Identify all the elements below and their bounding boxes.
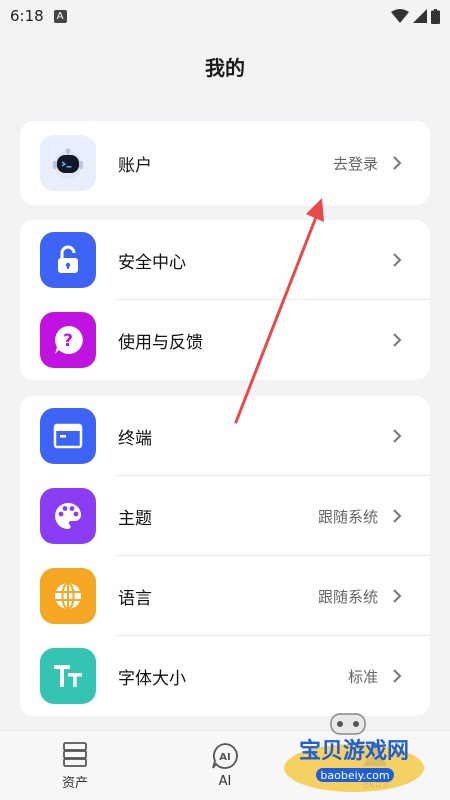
terminal-icon: [40, 408, 96, 464]
account-row[interactable]: 账户 去登录: [20, 121, 430, 205]
security-center-row[interactable]: 安全中心: [20, 220, 430, 300]
chevron-right-icon: [393, 156, 402, 170]
notification-badge: A: [53, 9, 67, 23]
lock-icon: [40, 232, 96, 288]
settings-card: 终端 主题 跟随系统 语言 跟随系统 字体大小 标准: [20, 396, 430, 716]
status-time: 6:18: [10, 7, 44, 25]
chevron-right-icon: [393, 509, 402, 523]
theme-row[interactable]: 主题 跟随系统: [20, 476, 430, 556]
font-size-label: 字体大小: [118, 668, 186, 689]
page-title: 我的: [205, 56, 245, 80]
feedback-label: 使用与反馈: [118, 332, 203, 353]
font-size-row[interactable]: 字体大小 标准: [20, 636, 430, 716]
chevron-right-icon: [393, 333, 402, 347]
status-bar: 6:18 A: [0, 0, 450, 32]
feedback-row[interactable]: ? 使用与反馈: [20, 300, 430, 380]
status-icons: [391, 8, 440, 24]
chevron-right-icon: [393, 669, 402, 683]
terminal-label: 终端: [118, 428, 152, 449]
account-label: 账户: [118, 155, 152, 176]
security-center-label: 安全中心: [118, 252, 186, 273]
svg-text:AI: AI: [219, 752, 230, 763]
signal-icon: [413, 9, 427, 23]
chevron-right-icon: [393, 253, 402, 267]
tab-assets-label: 资产: [61, 776, 88, 791]
tab-ai-label: AI: [218, 774, 232, 789]
tab-assets[interactable]: 资产: [0, 731, 150, 800]
wifi-icon: [391, 9, 409, 23]
font-size-value: 标准: [347, 667, 378, 686]
battery-icon: [431, 8, 440, 24]
account-card: 账户 去登录: [20, 121, 430, 205]
login-link[interactable]: 去登录: [333, 153, 378, 174]
palette-icon: [40, 488, 96, 544]
font-size-icon: [40, 648, 96, 704]
help-icon: ?: [40, 312, 96, 368]
server-icon: [63, 742, 87, 767]
watermark-logo: 宝贝游戏网 baobeiy.com: [276, 712, 426, 794]
svg-text:?: ?: [63, 331, 73, 351]
watermark-url: baobeiy.com: [320, 769, 389, 782]
ai-chat-icon: AI: [212, 743, 238, 769]
theme-label: 主题: [118, 508, 152, 529]
globe-icon: [40, 568, 96, 624]
language-value: 跟随系统: [317, 587, 378, 606]
watermark-graphic: 宝贝游戏网 baobeiy.com: [284, 713, 424, 792]
language-row[interactable]: 语言 跟随系统: [20, 556, 430, 636]
watermark-text: 宝贝游戏网: [299, 738, 409, 764]
chevron-right-icon: [393, 429, 402, 443]
security-feedback-card: 安全中心 ? 使用与反馈: [20, 220, 430, 380]
robot-avatar-icon: [40, 135, 96, 191]
theme-value: 跟随系统: [317, 507, 378, 526]
language-label: 语言: [118, 588, 152, 609]
terminal-row[interactable]: 终端: [20, 396, 430, 476]
chevron-right-icon: [393, 589, 402, 603]
